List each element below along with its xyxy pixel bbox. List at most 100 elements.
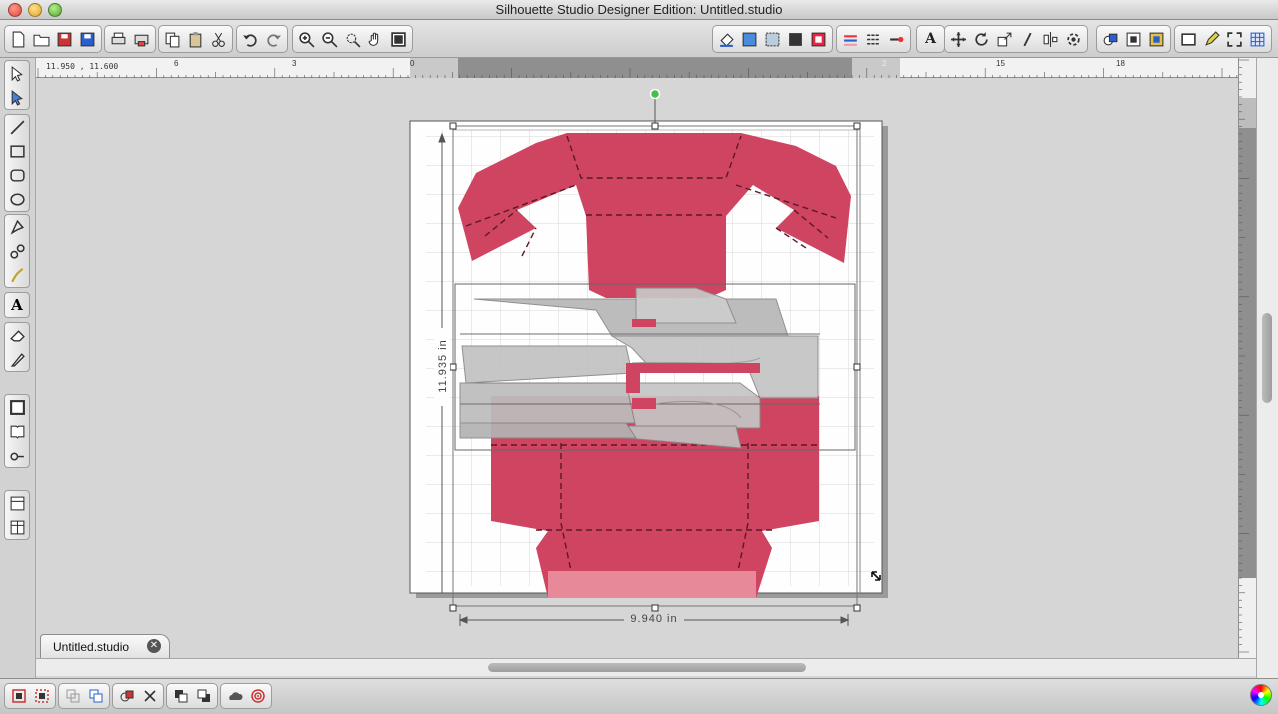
save-icon[interactable] — [53, 28, 76, 51]
transform-toolbar-group — [944, 25, 1088, 53]
release-compound-path-icon[interactable] — [84, 685, 107, 707]
modify-icon[interactable] — [1099, 28, 1122, 51]
trace-icon[interactable] — [1145, 28, 1168, 51]
point-edit-tool-icon[interactable] — [6, 85, 28, 109]
rotate-icon[interactable] — [970, 28, 993, 51]
select-tool-icon[interactable] — [6, 61, 28, 85]
fill-toolbar-group — [712, 25, 833, 53]
fill-pattern-icon[interactable] — [761, 28, 784, 51]
print-toolbar-group — [104, 25, 156, 53]
grid-icon[interactable] — [1246, 28, 1269, 51]
history-toolbar-group — [236, 25, 288, 53]
resize-handle[interactable] — [853, 604, 861, 612]
title-bar: Silhouette Studio Designer Edition: Unti… — [0, 0, 1278, 20]
line-tool-icon[interactable] — [6, 115, 28, 139]
fill-gradient-icon[interactable] — [738, 28, 761, 51]
bring-to-front-icon[interactable] — [169, 685, 192, 707]
replicate-icon[interactable] — [1062, 28, 1085, 51]
print-icon[interactable] — [107, 28, 130, 51]
vertical-scroll-thumb[interactable] — [1262, 313, 1272, 403]
knife-tool-icon[interactable] — [6, 347, 28, 371]
pan-icon[interactable] — [364, 28, 387, 51]
horizontal-scroll-thumb[interactable] — [488, 663, 806, 672]
tool-palette: A — [0, 58, 36, 680]
view-tool-group — [4, 394, 30, 468]
resize-handle[interactable] — [853, 363, 861, 371]
design-canvas[interactable]: 9.940 in 11.935 in — [36, 78, 1238, 658]
sketch-icon[interactable] — [1200, 28, 1223, 51]
resize-handle[interactable] — [853, 122, 861, 130]
fill-color-icon[interactable] — [715, 28, 738, 51]
resize-handle[interactable] — [651, 604, 659, 612]
fill-image-icon[interactable] — [807, 28, 830, 51]
line-style-icon[interactable] — [862, 28, 885, 51]
curve-tool-icon[interactable] — [6, 239, 28, 263]
zoom-out-icon[interactable] — [318, 28, 341, 51]
cloud-library-icon[interactable] — [223, 685, 246, 707]
target-icon[interactable] — [246, 685, 269, 707]
page-setup-icon[interactable] — [6, 395, 28, 419]
ruler-label: 3 — [292, 59, 297, 68]
ruler-label: 15 — [996, 59, 1005, 68]
paste-icon[interactable] — [184, 28, 207, 51]
store-icon[interactable] — [6, 443, 28, 467]
panel-view-icon[interactable] — [6, 515, 28, 539]
resize-handle[interactable] — [651, 122, 659, 130]
copy-icon[interactable] — [161, 28, 184, 51]
text-style-icon[interactable]: A — [919, 28, 942, 51]
vertical-scrollbar[interactable] — [1256, 58, 1278, 680]
offset-icon[interactable] — [1122, 28, 1145, 51]
weld-icon[interactable] — [115, 685, 138, 707]
text-tool-icon[interactable]: A — [6, 293, 28, 317]
scale-icon[interactable] — [993, 28, 1016, 51]
clipboard-toolbar-group — [158, 25, 233, 53]
resize-handle[interactable] — [449, 363, 457, 371]
split-view-icon[interactable] — [6, 491, 28, 515]
fullscreen-icon[interactable] — [1223, 28, 1246, 51]
close-tab-icon[interactable]: ✕ — [147, 639, 161, 653]
erase-tool-group — [4, 322, 30, 372]
library-icon[interactable] — [6, 419, 28, 443]
print-and-cut-icon[interactable] — [130, 28, 153, 51]
delete-icon[interactable] — [138, 685, 161, 707]
new-document-icon[interactable] — [7, 28, 30, 51]
resize-handle[interactable] — [449, 604, 457, 612]
freehand-tool-icon[interactable] — [6, 263, 28, 287]
ungroup-icon[interactable] — [30, 685, 53, 707]
zoom-select-icon[interactable] — [341, 28, 364, 51]
zoom-in-icon[interactable] — [295, 28, 318, 51]
main-toolbar: A — [0, 20, 1278, 58]
cut-icon[interactable] — [207, 28, 230, 51]
align-icon[interactable] — [1039, 28, 1062, 51]
color-wheel-icon[interactable] — [1250, 684, 1272, 706]
open-folder-icon[interactable] — [30, 28, 53, 51]
draw-tool-group — [4, 114, 30, 212]
shear-icon[interactable] — [1016, 28, 1039, 51]
text-toolbar-group: A — [916, 25, 945, 53]
ruler-label: 2 — [882, 59, 887, 68]
select-tool-group — [4, 60, 30, 110]
line-end-icon[interactable] — [885, 28, 908, 51]
fill-texture-icon[interactable] — [784, 28, 807, 51]
ellipse-tool-icon[interactable] — [6, 187, 28, 211]
ruler-label: 18 — [1116, 59, 1125, 68]
move-icon[interactable] — [947, 28, 970, 51]
horizontal-scrollbar[interactable] — [36, 658, 1256, 676]
rounded-rectangle-tool-icon[interactable] — [6, 163, 28, 187]
fit-to-page-icon[interactable] — [387, 28, 410, 51]
save-to-library-icon[interactable] — [76, 28, 99, 51]
group-icon[interactable] — [7, 685, 30, 707]
undo-icon[interactable] — [239, 28, 262, 51]
eraser-tool-icon[interactable] — [6, 323, 28, 347]
cut-settings-icon[interactable] — [1177, 28, 1200, 51]
redo-icon[interactable] — [262, 28, 285, 51]
make-compound-path-icon[interactable] — [61, 685, 84, 707]
resize-handle[interactable] — [449, 122, 457, 130]
send-to-back-icon[interactable] — [192, 685, 215, 707]
line-color-icon[interactable] — [839, 28, 862, 51]
polygon-tool-icon[interactable] — [6, 215, 28, 239]
rectangle-tool-icon[interactable] — [6, 139, 28, 163]
document-tab[interactable]: Untitled.studio ✕ — [40, 634, 170, 658]
rotate-handle[interactable] — [649, 88, 661, 100]
line-toolbar-group — [836, 25, 911, 53]
